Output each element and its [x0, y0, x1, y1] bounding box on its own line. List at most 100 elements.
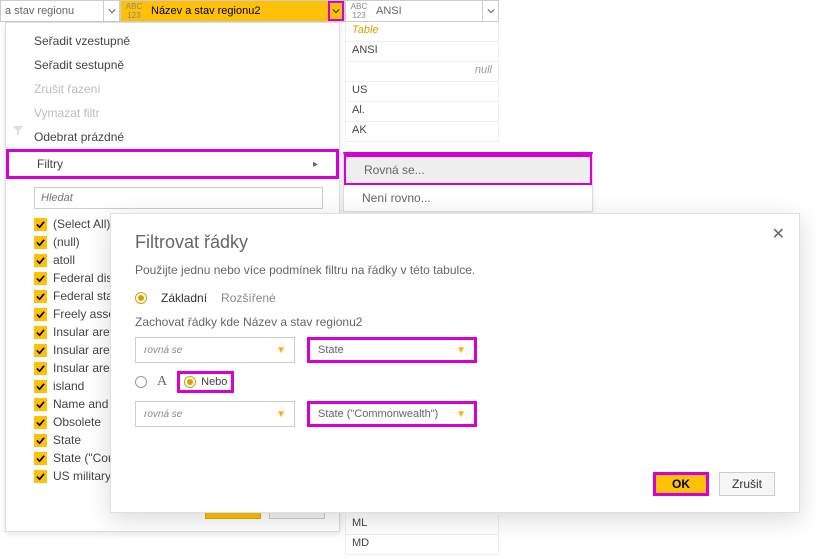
column-dropdown-button[interactable] — [482, 1, 498, 21]
checkbox-icon[interactable] — [34, 398, 47, 411]
data-cell[interactable]: ML — [345, 515, 499, 535]
checkbox-label: Insular area 2 — [53, 343, 114, 357]
filter-checkbox-row[interactable]: Obsolete — [34, 413, 114, 431]
search-input[interactable] — [34, 187, 323, 209]
filters-submenu: Rovná se... Není rovno... — [343, 152, 593, 212]
value-text: State ("Commonwealth") — [318, 408, 438, 420]
basic-mode-radio[interactable] — [135, 292, 147, 304]
and-or-switch: A Nebo — [135, 371, 775, 393]
checkbox-icon[interactable] — [34, 380, 47, 393]
checkbox-icon[interactable] — [34, 452, 47, 465]
column-label: Název a stav regionu2 — [147, 5, 328, 17]
value-text: State — [318, 344, 344, 356]
column-type-badge: ABC 123 — [346, 2, 372, 20]
close-icon[interactable]: ✕ — [772, 224, 785, 244]
caret-down-icon: ▼ — [456, 409, 466, 420]
checkbox-label: Federal state — [53, 289, 114, 303]
column-header-ansi[interactable]: ABC 123 ANSI — [345, 0, 499, 22]
checkbox-icon[interactable] — [34, 434, 47, 447]
or-radio-wrap[interactable]: Nebo — [177, 371, 234, 393]
checkbox-icon[interactable] — [34, 236, 47, 249]
filter-checkbox-row[interactable]: US military — [34, 467, 114, 485]
ansi-column-data-cont: ML MD — [345, 515, 499, 555]
operator-value: rovná se — [144, 409, 182, 420]
filter-checkbox-row[interactable]: Insular area — [34, 323, 114, 341]
sort-descending-item[interactable]: Seřadit sestupně — [6, 53, 339, 77]
checkbox-icon[interactable] — [34, 308, 47, 321]
basic-mode-label: Základní — [161, 291, 207, 305]
checkbox-label: (null) — [53, 235, 80, 249]
chevron-right-icon: ▸ — [313, 159, 318, 170]
checkbox-icon[interactable] — [34, 272, 47, 285]
filter-checkbox-row[interactable]: Name and status — [34, 395, 114, 413]
and-radio[interactable] — [135, 376, 147, 388]
checkbox-icon[interactable] — [34, 416, 47, 429]
filter-checkbox-row[interactable]: Insular area 2 — [34, 341, 114, 359]
search-box-wrap — [34, 187, 323, 209]
advanced-mode-label[interactable]: Rozšířené — [221, 291, 276, 305]
data-cell[interactable]: Al. — [345, 102, 499, 122]
column-type-badge: ABC 123 — [121, 2, 147, 20]
filter-checkbox-row[interactable]: State ("Commonwealth") — [34, 449, 114, 467]
clear-sort-item[interactable]: Zrušit řazení — [6, 77, 339, 101]
checkbox-label: Insular area 3 — [53, 361, 114, 375]
checkbox-label: Insular area — [53, 325, 114, 339]
clear-filter-item[interactable]: Vymazat filtr — [6, 101, 339, 125]
data-cell[interactable]: AK — [345, 122, 499, 142]
not-equals-filter-item[interactable]: Není rovno... — [344, 185, 592, 211]
checkbox-icon[interactable] — [34, 344, 47, 357]
caret-down-icon: ▼ — [276, 345, 286, 356]
operator-select-1[interactable]: rovná se ▼ — [135, 337, 295, 363]
data-cell[interactable]: US — [345, 82, 499, 102]
data-cell[interactable]: Table — [345, 22, 499, 42]
data-cell[interactable]: MD — [345, 535, 499, 555]
keep-rows-label: Zachovat řádky kde Název a stav regionu2 — [135, 315, 775, 329]
caret-down-icon — [487, 7, 495, 15]
dialog-mode-switch: Základní Rozšířené — [135, 291, 775, 305]
checkbox-label: island — [53, 379, 84, 393]
filter-checkbox-row[interactable]: Federal state — [34, 287, 114, 305]
operator-select-2[interactable]: rovná se ▼ — [135, 401, 295, 427]
sort-ascending-item[interactable]: Seřadit vzestupně — [6, 29, 339, 53]
checkbox-icon[interactable] — [34, 470, 47, 483]
column-header-region[interactable]: a stav regionu — [0, 0, 120, 22]
checkbox-icon[interactable] — [34, 362, 47, 375]
dialog-ok-button[interactable]: OK — [653, 472, 709, 496]
data-cell-null[interactable]: null — [345, 62, 499, 82]
dialog-title: Filtrovat řádky — [135, 232, 775, 253]
filter-checkbox-row[interactable]: Insular area 3 — [34, 359, 114, 377]
filter-checkbox-row[interactable]: Freely associated — [34, 305, 114, 323]
column-label: ANSI — [372, 5, 482, 17]
filter-checkbox-row[interactable]: island — [34, 377, 114, 395]
value-select-2[interactable]: State ("Commonwealth") ▼ — [307, 401, 477, 427]
or-radio[interactable] — [184, 376, 196, 388]
column-header-region2[interactable]: ABC 123 Název a stav regionu2 — [120, 0, 345, 22]
condition-row-2: rovná se ▼ State ("Commonwealth") ▼ — [135, 401, 775, 427]
checkbox-icon[interactable] — [34, 218, 47, 231]
checkbox-label: State — [53, 433, 81, 447]
checkbox-icon[interactable] — [34, 290, 47, 303]
or-label: Nebo — [201, 376, 227, 388]
filter-checkbox-row[interactable]: (null) — [34, 233, 114, 251]
caret-down-icon — [108, 7, 116, 15]
checkbox-label: Freely associated — [53, 307, 114, 321]
checkbox-label: (Select All) — [53, 217, 110, 231]
filter-checkbox-row[interactable]: State — [34, 431, 114, 449]
filters-submenu-item[interactable]: Filtry ▸ — [6, 149, 339, 179]
checkbox-icon[interactable] — [34, 254, 47, 267]
remove-empty-item[interactable]: Odebrat prázdné — [6, 125, 339, 149]
filter-checkbox-row[interactable]: (Select All) — [34, 215, 114, 233]
checkbox-icon[interactable] — [34, 326, 47, 339]
data-cell[interactable]: ANSI — [345, 42, 499, 62]
column-label: a stav regionu — [1, 5, 103, 17]
column-dropdown-button[interactable] — [328, 1, 344, 21]
filter-checkbox-row[interactable]: Federal district — [34, 269, 114, 287]
column-dropdown-button[interactable] — [103, 1, 119, 21]
dialog-cancel-button[interactable]: Zrušit — [719, 472, 775, 496]
ansi-column-data: Table ANSI null US Al. AK — [345, 22, 499, 142]
checkbox-label: State ("Commonwealth") — [53, 451, 114, 465]
checkbox-label: US military — [53, 469, 111, 483]
value-select-1[interactable]: State ▼ — [307, 337, 477, 363]
filter-checkbox-row[interactable]: atoll — [34, 251, 114, 269]
equals-filter-item[interactable]: Rovná se... — [344, 155, 592, 185]
